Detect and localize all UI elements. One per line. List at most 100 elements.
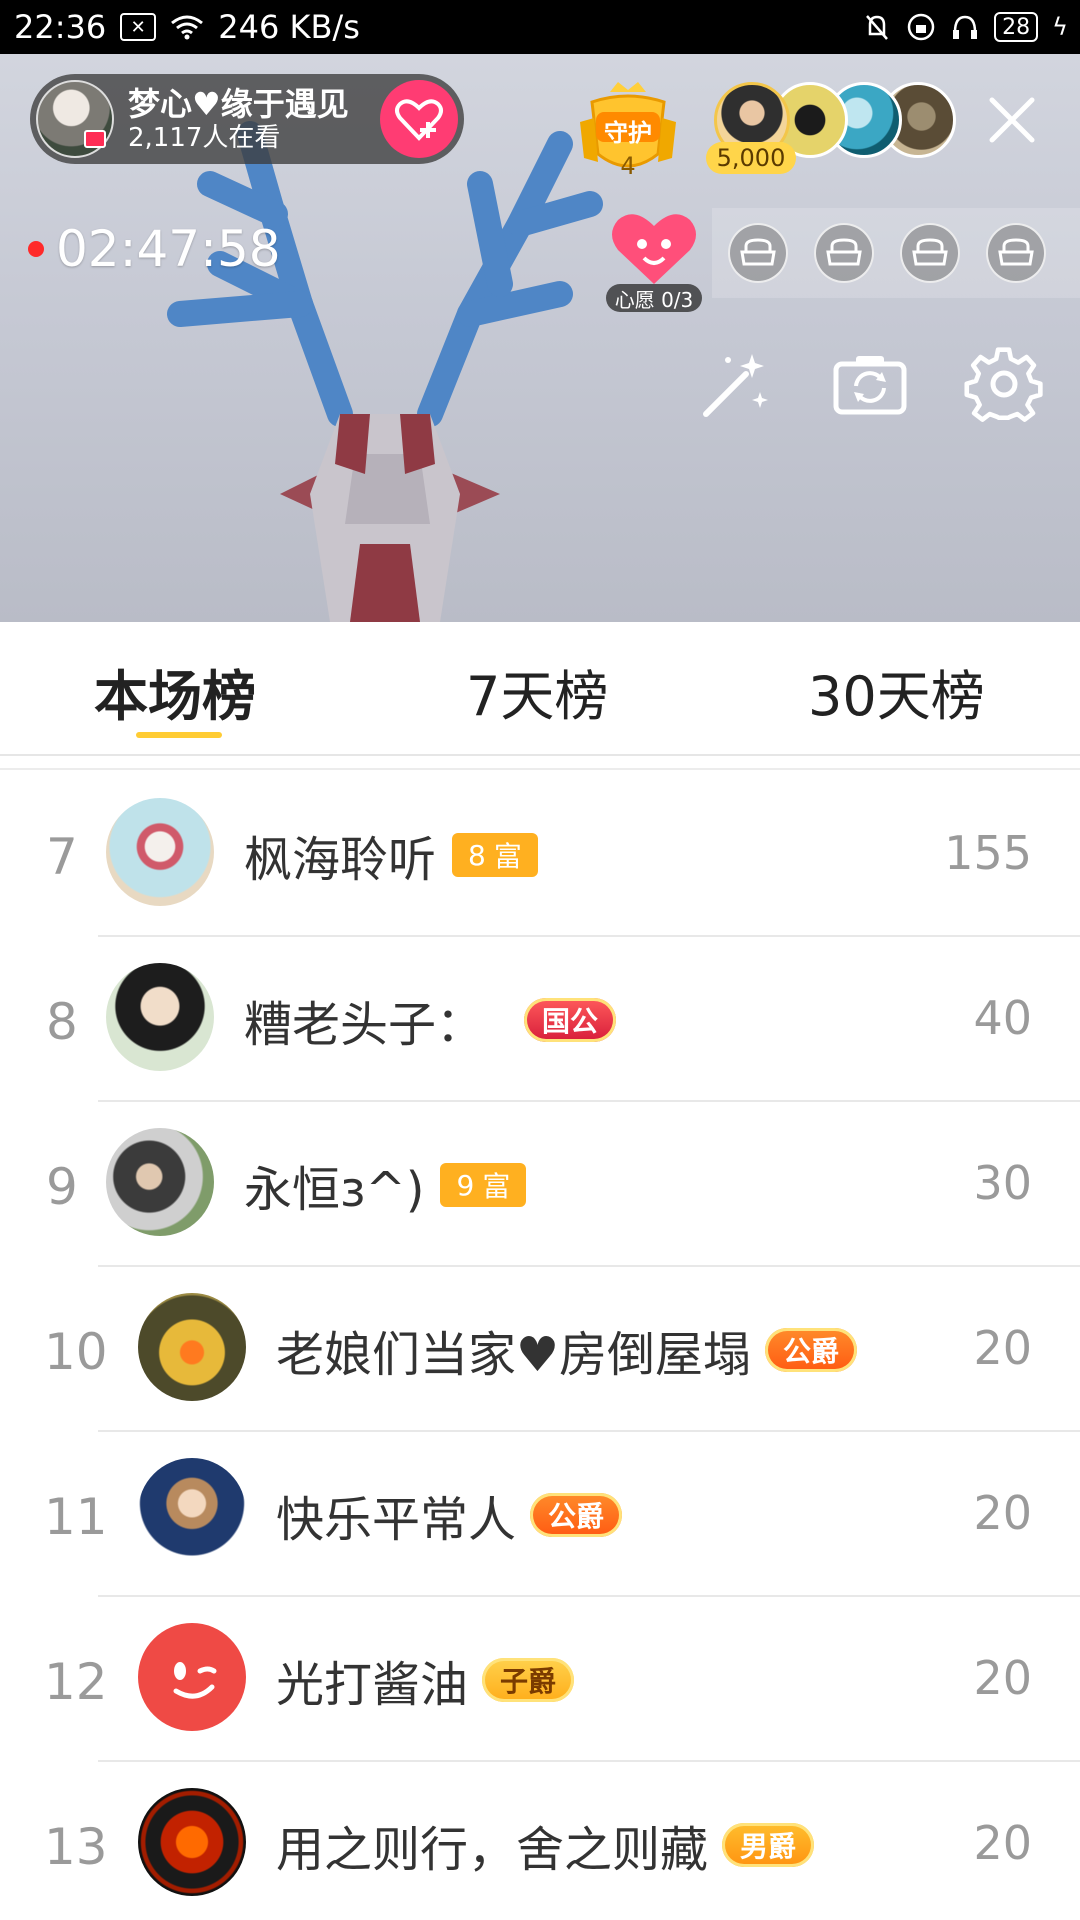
user-avatar[interactable]	[138, 1293, 246, 1401]
wifi-icon	[171, 15, 204, 40]
noble-title-badge: 公爵	[765, 1328, 858, 1372]
ranking-tabs: 本场榜 7天榜 30天榜	[0, 622, 1080, 754]
guard-badge[interactable]: 守护 4	[580, 82, 676, 192]
rich-level: 9	[456, 1168, 475, 1202]
live-timer: 02:47:58	[28, 220, 281, 278]
magic-wand-icon[interactable]	[694, 346, 774, 426]
noble-title-badge: 国公	[524, 998, 617, 1042]
host-info-pill[interactable]: 梦心♥缘于遇见 2,117人在看	[30, 74, 464, 164]
mute-bell-icon	[866, 15, 889, 40]
timer-text: 02:47:58	[56, 220, 281, 278]
rank-number: 7	[46, 828, 78, 886]
rank-number: 12	[44, 1653, 108, 1711]
network-speed: 246 KB/s	[218, 8, 360, 46]
status-bar: 22:36 ✕ 246 KB/s 28 ϟ	[0, 0, 1080, 54]
tab-current-session[interactable]: 本场榜	[94, 652, 256, 731]
follow-button[interactable]	[380, 80, 458, 158]
ranking-row[interactable]: 9 永恒ɜ^) 9 富 30	[0, 1100, 1080, 1265]
host-avatar[interactable]	[36, 80, 114, 158]
ranking-row[interactable]: 7 枫海聆听 8 富 155	[0, 770, 1080, 935]
ranking-row[interactable]: 8 糟老头子： 国公 40	[0, 935, 1080, 1100]
divider	[98, 1430, 1080, 1432]
contribution-score: 20	[973, 1486, 1032, 1540]
tab-7-days[interactable]: 7天榜	[466, 652, 608, 731]
contribution-score: 20	[973, 1651, 1032, 1705]
noble-title-badge: 子爵	[482, 1658, 575, 1702]
rank-number: 13	[44, 1818, 108, 1876]
divider	[98, 1100, 1080, 1102]
rich-level-badge: 8 富	[452, 833, 538, 877]
heart-face-icon	[612, 214, 696, 284]
user-name: 老娘们当家♥房倒屋塌	[276, 1327, 752, 1383]
user-name-container: 枫海聆听 8 富	[244, 820, 538, 890]
ranking-row[interactable]: 10 老娘们当家♥房倒屋塌 公爵 20	[0, 1265, 1080, 1430]
sofa-seat-icon[interactable]	[900, 223, 960, 283]
heart-plus-icon	[395, 99, 443, 141]
user-avatar[interactable]	[138, 1788, 246, 1896]
noble-title-badge: 公爵	[530, 1493, 623, 1537]
guard-label: 守护	[604, 119, 652, 147]
user-name: 永恒ɜ^)	[244, 1162, 425, 1218]
host-name: 梦心♥缘于遇见	[128, 85, 349, 123]
user-avatar[interactable]	[138, 1623, 246, 1731]
settings-gear-icon[interactable]	[964, 346, 1044, 426]
top-viewer-score: 5,000	[706, 142, 796, 174]
divider	[98, 1595, 1080, 1597]
ranking-row[interactable]: 12 光打酱油 子爵 20	[0, 1595, 1080, 1760]
rich-level: 8	[468, 838, 486, 872]
divider	[98, 935, 1080, 937]
user-name: 光打酱油	[276, 1657, 469, 1713]
user-name-container: 老娘们当家♥房倒屋塌 公爵	[276, 1315, 858, 1385]
user-avatar[interactable]	[106, 963, 214, 1071]
noble-title-badge: 男爵	[722, 1823, 815, 1867]
rank-number: 10	[44, 1323, 108, 1381]
rich-label: 富	[493, 840, 522, 873]
ranking-row[interactable]: 13 用之则行，舍之则藏 男爵 20	[0, 1760, 1080, 1920]
contribution-score: 155	[944, 826, 1032, 880]
user-name: 糟老头子：	[244, 997, 485, 1053]
lock-rotation-icon	[907, 13, 935, 41]
user-name: 快乐平常人	[276, 1492, 517, 1548]
active-tab-indicator	[136, 732, 222, 738]
notification-icon: ✕	[120, 13, 157, 41]
live-video[interactable]: 梦心♥缘于遇见 2,117人在看 守护 4 5,000 02:47:58 心愿 …	[0, 54, 1080, 622]
user-name-container: 光打酱油 子爵	[276, 1645, 575, 1715]
user-avatar[interactable]	[106, 798, 214, 906]
guest-seats	[712, 208, 1080, 298]
ranking-list: 7 枫海聆听 8 富 155 8 糟老头子： 国公 40 9 永恒ɜ^) 9 富…	[0, 756, 1080, 1920]
user-name-container: 永恒ɜ^) 9 富	[244, 1150, 527, 1220]
battery-icon: 28	[994, 12, 1039, 42]
sofa-seat-icon[interactable]	[814, 223, 874, 283]
recording-dot-icon	[28, 241, 44, 257]
ranking-row[interactable]: 11 快乐平常人 公爵 20	[0, 1430, 1080, 1595]
sofa-seat-icon[interactable]	[728, 223, 788, 283]
live-indicator-icon	[84, 130, 106, 148]
top-viewers[interactable]: 5,000	[706, 82, 956, 192]
user-avatar[interactable]	[106, 1128, 214, 1236]
user-name-container: 糟老头子： 国公	[244, 985, 617, 1055]
rank-number: 8	[46, 993, 78, 1051]
viewer-count: 2,117人在看	[128, 123, 281, 153]
contribution-score: 40	[973, 991, 1032, 1045]
wink-face-icon	[173, 1662, 217, 1699]
user-name-container: 快乐平常人 公爵	[276, 1480, 623, 1550]
charging-icon: ϟ	[1052, 13, 1068, 41]
divider	[98, 1760, 1080, 1762]
user-avatar[interactable]	[138, 1458, 246, 1566]
camera-switch-icon[interactable]	[830, 346, 910, 426]
contribution-score: 30	[973, 1156, 1032, 1210]
rank-number: 11	[44, 1488, 108, 1546]
close-icon[interactable]	[984, 92, 1040, 148]
wish-label: 心愿 0/3	[606, 284, 702, 312]
divider	[98, 1265, 1080, 1267]
rich-level-badge: 9 富	[440, 1163, 527, 1207]
sofa-seat-icon[interactable]	[986, 223, 1046, 283]
status-time: 22:36	[14, 8, 107, 46]
rank-number: 9	[46, 1158, 78, 1216]
user-name-container: 用之则行，舍之则藏 男爵	[276, 1810, 815, 1880]
user-name: 用之则行，舍之则藏	[276, 1822, 709, 1878]
tab-30-days[interactable]: 30天榜	[808, 652, 985, 731]
wish-button[interactable]: 心愿 0/3	[606, 204, 702, 314]
rich-label: 富	[482, 1170, 511, 1203]
contribution-score: 20	[973, 1816, 1032, 1870]
